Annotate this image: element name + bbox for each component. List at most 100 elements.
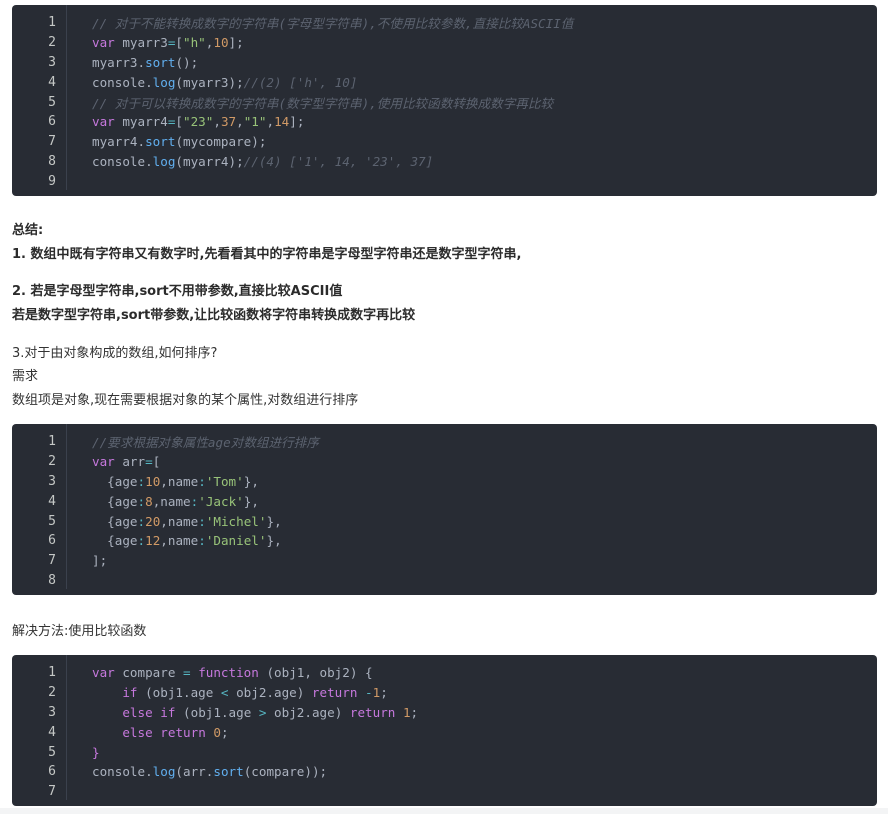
number-literal: 12 bbox=[145, 533, 161, 549]
line-number: 3 bbox=[48, 54, 56, 70]
number-literal: 10 bbox=[213, 35, 229, 51]
number-literal: 20 bbox=[145, 513, 161, 529]
page-bottom-strip bbox=[0, 808, 888, 814]
keyword: else bbox=[122, 724, 153, 740]
line-number: 5 bbox=[48, 744, 56, 760]
code-line: 7 ]; bbox=[12, 551, 877, 571]
keyword: else bbox=[122, 704, 153, 720]
string-literal: 'Michel' bbox=[205, 513, 267, 529]
string-literal: 'Tom' bbox=[205, 473, 244, 489]
line-number: 4 bbox=[48, 74, 56, 90]
code-block-object-array: 1 //要求根据对象属性age对数组进行排序 2 var arr=[ 3 {ag… bbox=[12, 424, 877, 595]
code-block-compare-function: 1 var compare = function (obj1, obj2) { … bbox=[12, 655, 877, 806]
function-name: log bbox=[152, 764, 176, 780]
code-comment: //(2) ['h', 10] bbox=[243, 74, 358, 90]
number-literal: 1 bbox=[402, 704, 411, 720]
number-literal: 10 bbox=[145, 473, 161, 489]
code-line: 8 console.log(myarr4);//(4) ['1', 14, '2… bbox=[12, 152, 877, 172]
code-line: 5 {age:20,name:'Michel'}, bbox=[12, 511, 877, 531]
line-number: 7 bbox=[48, 553, 56, 569]
string-literal: 'Daniel' bbox=[205, 533, 267, 549]
line-number: 5 bbox=[48, 513, 56, 529]
keyword: return bbox=[349, 704, 396, 720]
line-number: 8 bbox=[48, 572, 56, 588]
article-page: 1 // 对于不能转换成数字的字符串(字母型字符串),不使用比较参数,直接比较A… bbox=[0, 0, 888, 814]
requirement-description: 数组项是对象,现在需要根据对象的某个属性,对数组进行排序 bbox=[12, 393, 359, 408]
line-number: 3 bbox=[48, 704, 56, 720]
line-number: 4 bbox=[48, 724, 56, 740]
line-number: 5 bbox=[48, 94, 56, 110]
summary-point-2: 2. 若是字母型字符串,sort不用带参数,直接比较ASCII值 bbox=[12, 284, 343, 299]
code-comment: // 对于不能转换成数字的字符串(字母型字符串),不使用比较参数,直接比较ASC… bbox=[92, 16, 574, 32]
code-line: 1 var compare = function (obj1, obj2) { bbox=[12, 663, 877, 683]
line-number: 6 bbox=[48, 114, 56, 130]
line-number: 2 bbox=[48, 454, 56, 470]
solution-text: 解决方法:使用比较函数 bbox=[12, 624, 147, 639]
code-line: 8 bbox=[12, 571, 877, 591]
code-line: 6 var myarr4=["23",37,"1",14]; bbox=[12, 112, 877, 132]
line-number: 7 bbox=[48, 784, 56, 800]
code-comment: //(4) ['1', 14, '23', 37] bbox=[243, 153, 434, 169]
function-name: log bbox=[152, 74, 176, 90]
code-line: 9 bbox=[12, 171, 877, 191]
line-number: 9 bbox=[48, 173, 56, 189]
line-number: 6 bbox=[48, 533, 56, 549]
keyword: var bbox=[92, 454, 115, 470]
code-line: 3 {age:10,name:'Tom'}, bbox=[12, 472, 877, 492]
string-literal: 'Jack' bbox=[198, 493, 244, 509]
summary-point-3: 若是数字型字符串,sort带参数,让比较函数将字符串转换成数字再比较 bbox=[12, 308, 416, 323]
requirement-label: 需求 bbox=[12, 369, 39, 384]
keyword: function bbox=[198, 665, 259, 681]
code-comment: //要求根据对象属性age对数组进行排序 bbox=[92, 435, 319, 451]
code-line: 1 //要求根据对象属性age对数组进行排序 bbox=[12, 432, 877, 452]
line-number: 2 bbox=[48, 35, 56, 51]
code-line: 5 // 对于可以转换成数字的字符串(数字型字符串),使用比较函数转换成数字再比… bbox=[12, 92, 877, 112]
line-number: 8 bbox=[48, 153, 56, 169]
code-line: 4 else return 0; bbox=[12, 722, 877, 742]
keyword: if bbox=[160, 704, 176, 720]
line-number: 1 bbox=[48, 15, 56, 31]
line-number: 7 bbox=[48, 134, 56, 150]
string-literal: "23" bbox=[183, 114, 214, 130]
code-line: 2 var myarr3=["h",10]; bbox=[12, 33, 877, 53]
function-name: log bbox=[152, 153, 176, 169]
function-name: sort bbox=[145, 134, 176, 150]
code-line: 2 if (obj1.age < obj2.age) return -1; bbox=[12, 683, 877, 703]
line-number: 1 bbox=[48, 665, 56, 681]
function-name: sort bbox=[145, 54, 176, 70]
string-literal: "h" bbox=[183, 35, 206, 51]
keyword: if bbox=[122, 685, 138, 701]
line-number: 3 bbox=[48, 473, 56, 489]
code-line: 6 {age:12,name:'Daniel'}, bbox=[12, 531, 877, 551]
summary-point-1: 1. 数组中既有字符串又有数字时,先看看其中的字符串是字母型字符串还是数字型字符… bbox=[12, 247, 522, 262]
summary-heading: 总结: bbox=[12, 223, 44, 238]
keyword: var bbox=[92, 114, 115, 130]
code-line: 3 myarr3.sort(); bbox=[12, 53, 877, 73]
line-number: 6 bbox=[48, 764, 56, 780]
number-literal: 0 bbox=[213, 724, 221, 740]
keyword: var bbox=[92, 665, 115, 681]
code-line: 3 else if (obj1.age > obj2.age) return 1… bbox=[12, 703, 877, 723]
line-number: 4 bbox=[48, 493, 56, 509]
line-number: 2 bbox=[48, 685, 56, 701]
section-title: 3.对于由对象构成的数组,如何排序? bbox=[12, 346, 218, 361]
code-line: 7 bbox=[12, 782, 877, 802]
code-comment: // 对于可以转换成数字的字符串(数字型字符串),使用比较函数转换成数字再比较 bbox=[92, 95, 554, 111]
number-literal: 8 bbox=[145, 493, 153, 509]
code-line: 1 // 对于不能转换成数字的字符串(字母型字符串),不使用比较参数,直接比较A… bbox=[12, 13, 877, 33]
code-line: 4 {age:8,name:'Jack'}, bbox=[12, 491, 877, 511]
number-literal: 14 bbox=[274, 114, 290, 130]
code-line: 2 var arr=[ bbox=[12, 452, 877, 472]
code-line: 7 myarr4.sort(mycompare); bbox=[12, 132, 877, 152]
code-block-sort-strings: 1 // 对于不能转换成数字的字符串(字母型字符串),不使用比较参数,直接比较A… bbox=[12, 5, 877, 196]
string-literal: "1" bbox=[243, 114, 267, 130]
keyword: var bbox=[92, 35, 115, 51]
number-literal: 37 bbox=[220, 114, 237, 130]
line-number: 1 bbox=[48, 434, 56, 450]
code-line: 5 } bbox=[12, 742, 877, 762]
function-name: sort bbox=[213, 764, 244, 780]
code-line: 4 console.log(myarr3);//(2) ['h', 10] bbox=[12, 72, 877, 92]
keyword: return bbox=[311, 685, 358, 701]
keyword: return bbox=[160, 724, 206, 740]
code-line: 6 console.log(arr.sort(compare)); bbox=[12, 762, 877, 782]
